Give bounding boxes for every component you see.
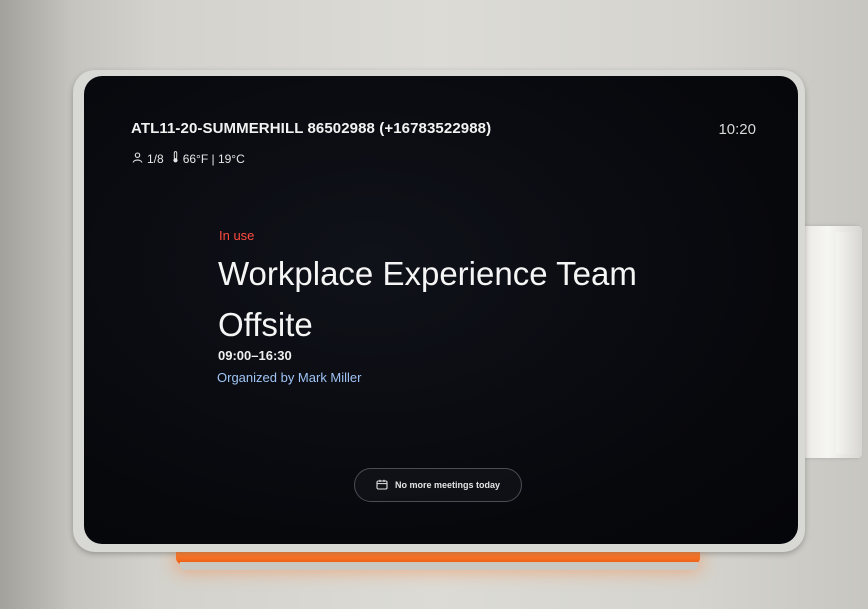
thermometer-icon — [172, 151, 179, 166]
clock: 10:20 — [718, 121, 756, 138]
occupancy-count: 1/8 — [147, 151, 164, 166]
upcoming-meetings-button[interactable]: No more meetings today — [354, 468, 522, 502]
person-icon — [132, 151, 143, 166]
room-stats: 1/8 66°F | 19°C — [132, 151, 245, 166]
room-booking-screen: ATL11-20-SUMMERHILL 86502988 (+167835229… — [84, 76, 798, 544]
room-status: In use — [219, 228, 255, 243]
temperature-readout: 66°F | 19°C — [182, 151, 245, 166]
room-name: ATL11-20-SUMMERHILL 86502988 (+167835229… — [131, 120, 492, 137]
device-base — [180, 562, 698, 570]
calendar-icon — [376, 479, 388, 492]
meeting-time: 09:00–16:30 — [218, 348, 292, 363]
wall-shadow — [0, 0, 70, 609]
upcoming-meetings-label: No more meetings today — [394, 480, 501, 490]
photo-scene: ATL11-20-SUMMERHILL 86502988 (+167835229… — [0, 0, 868, 609]
meeting-organizer: Organized by Mark Miller — [217, 370, 362, 385]
meeting-title: Workplace Experience Team Offsite — [218, 255, 637, 343]
wall-bracket-edge — [836, 232, 858, 454]
